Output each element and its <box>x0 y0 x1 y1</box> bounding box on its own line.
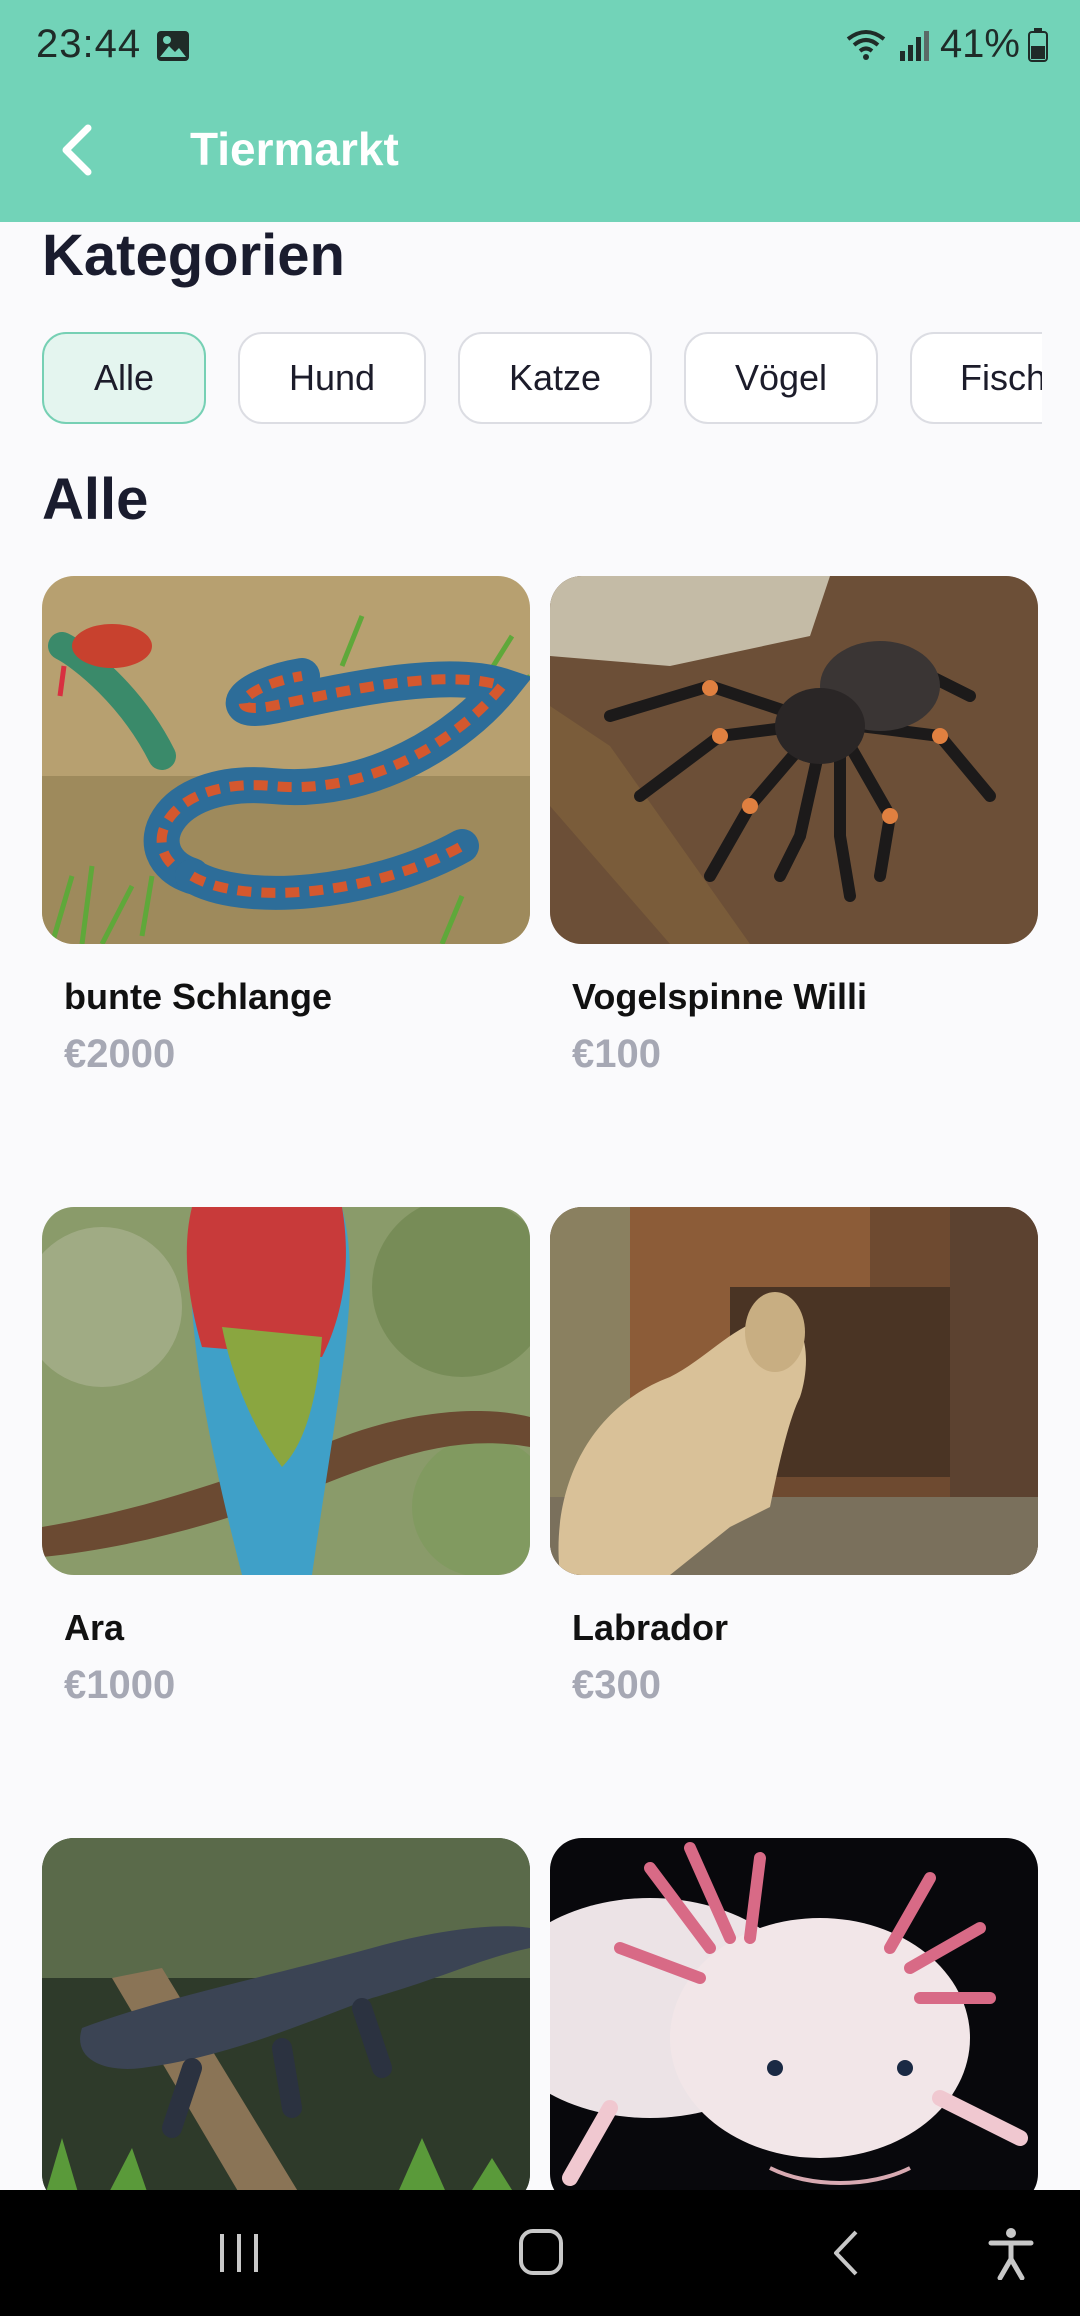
accessibility-icon[interactable] <box>986 2226 1036 2280</box>
pet-name: bunte Schlange <box>64 976 333 1017</box>
home-icon[interactable] <box>516 2226 566 2278</box>
pet-card[interactable]: Vogelspinne Willi €100 <box>550 576 1038 1076</box>
chip-voegel[interactable]: Vögel <box>684 332 878 424</box>
recent-apps-icon[interactable] <box>214 2230 264 2276</box>
tarantula-photo <box>550 576 1038 944</box>
chip-katze[interactable]: Katze <box>458 332 652 424</box>
battery-icon <box>1028 27 1048 62</box>
pet-card[interactable]: Labrador €300 <box>550 1207 1038 1707</box>
chip-hund[interactable]: Hund <box>238 332 426 424</box>
chip-fisch[interactable]: Fisch <box>910 332 1042 424</box>
alligator-photo <box>42 1838 530 2206</box>
pet-price: €100 <box>572 1032 661 1076</box>
system-navigation-bar <box>0 2190 1080 2316</box>
snake-photo <box>42 576 530 944</box>
pet-price: €1000 <box>64 1663 176 1707</box>
chip-alle[interactable]: Alle <box>42 332 206 424</box>
pet-card[interactable] <box>550 1838 1038 2206</box>
chip-label: Fisch <box>960 357 1042 398</box>
pet-price: €300 <box>572 1663 661 1707</box>
listing-heading: Alle <box>42 467 149 532</box>
gallery-notification-icon <box>157 31 189 61</box>
signal-icon <box>899 30 929 61</box>
pet-card[interactable]: bunte Schlange €2000 <box>42 576 530 1076</box>
pet-card[interactable]: Ara €1000 <box>42 1207 530 1707</box>
chip-label: Katze <box>508 357 602 398</box>
chip-label: Alle <box>93 357 155 398</box>
system-back-icon[interactable] <box>826 2228 866 2278</box>
wifi-icon <box>846 29 886 60</box>
labrador-photo <box>550 1207 1038 1575</box>
status-bar: 23:44 41% <box>0 0 1080 92</box>
category-chip-row: Alle Hund Katze Vögel Fisch <box>42 330 1042 426</box>
chip-label: Vögel <box>734 357 828 398</box>
pet-name: Ara <box>64 1607 125 1648</box>
page-title: Tiermarkt <box>190 123 399 175</box>
status-time: 23:44 <box>36 22 142 66</box>
pet-name: Vogelspinne Willi <box>572 976 868 1017</box>
chip-label: Hund <box>288 357 376 398</box>
app-header: 23:44 41% Tiermarkt <box>0 0 1080 222</box>
pet-price: €2000 <box>64 1032 176 1076</box>
app-bar: Tiermarkt <box>0 100 1080 200</box>
axolotl-photo <box>550 1838 1038 2206</box>
battery-percent: 41% <box>939 22 1020 66</box>
back-arrow-icon[interactable] <box>50 120 110 180</box>
pet-name: Labrador <box>572 1607 729 1648</box>
macaw-photo <box>42 1207 530 1575</box>
categories-heading: Kategorien <box>42 223 345 288</box>
pet-card[interactable] <box>42 1838 530 2206</box>
